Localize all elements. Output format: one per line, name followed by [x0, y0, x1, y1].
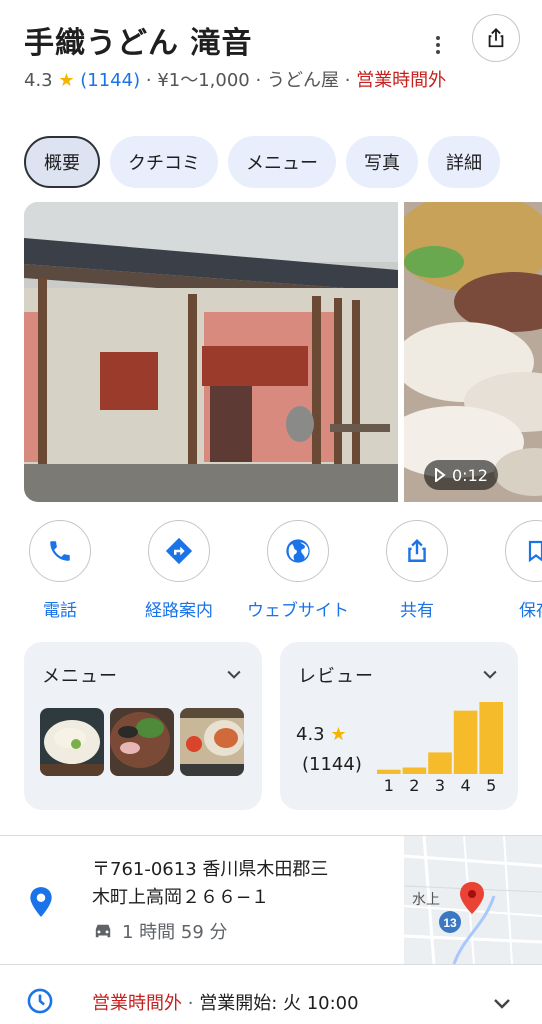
chevron-down-icon[interactable]: [480, 664, 500, 684]
bookmark-icon: [528, 540, 542, 563]
map-place-label: 水上: [412, 892, 440, 908]
phone-icon: [50, 541, 70, 561]
meta-separator: ·: [145, 70, 152, 91]
action-bar: 電話 経路案内 ウェブサイト 共有 保: [0, 520, 542, 621]
category: うどん屋: [266, 70, 339, 91]
video-duration-badge: 0:12: [424, 460, 498, 490]
address-row[interactable]: 〒761-0613 香川県木田郡三 木町上高岡２６６−１ 1 時間 59 分 1…: [0, 836, 542, 964]
star-icon: ★: [330, 724, 347, 745]
drive-time: 1 時間 59 分: [92, 918, 228, 944]
place-header: 手織うどん 滝音 4.3 ★ (1144) · ¥1～1,000 · うどん屋 …: [24, 14, 524, 124]
rating-bar-label-5: 5: [486, 776, 497, 795]
place-meta: 4.3 ★ (1144) · ¥1～1,000 · うどん屋 · 営業時間外: [24, 68, 464, 94]
directions-icon: [165, 537, 193, 565]
directions-label: 経路案内: [145, 601, 213, 621]
play-icon: [435, 468, 446, 482]
rating-value: 4.3: [24, 70, 53, 91]
hours-status: 営業時間外: [92, 993, 182, 1014]
chevron-down-icon[interactable]: [224, 664, 244, 684]
share-button[interactable]: [472, 14, 520, 62]
car-icon: [95, 924, 111, 938]
next-open-time: 営業開始: 火 10:00: [199, 993, 359, 1014]
save-label: 保存: [519, 601, 542, 621]
website-button[interactable]: ウェブサイト: [238, 520, 358, 621]
address-line-1: 〒761-0613 香川県木田郡三: [92, 859, 329, 880]
address-text: 〒761-0613 香川県木田郡三 木町上高岡２６６−１: [92, 856, 392, 912]
rating-bar-label-1: 1: [383, 776, 394, 795]
hours-separator: ·: [187, 993, 194, 1014]
menu-photo[interactable]: [40, 708, 104, 776]
rating-distribution-labels: 12345: [376, 776, 504, 795]
map-thumbnail[interactable]: 13 水上: [404, 836, 542, 964]
rating-bar-2: [402, 767, 427, 774]
save-button[interactable]: 保存: [476, 520, 542, 621]
open-status: 営業時間外: [356, 70, 447, 91]
menu-photo[interactable]: [180, 708, 244, 776]
price-range: ¥1～1,000: [157, 70, 250, 91]
globe-icon: [286, 539, 310, 563]
storefront-photo[interactable]: [24, 202, 398, 502]
rating-bar-3: [428, 752, 452, 774]
location-pin-icon: [30, 887, 52, 917]
share-icon: [408, 539, 426, 562]
review-count-link[interactable]: (1144): [80, 70, 140, 91]
place-title: 手織うどん 滝音: [24, 26, 253, 61]
menu-card-title: メニュー: [42, 666, 118, 687]
share-label: 共有: [400, 601, 434, 621]
call-label: 電話: [43, 601, 77, 621]
review-score: 4.3 ★: [296, 724, 347, 745]
share-action-button[interactable]: 共有: [357, 520, 477, 621]
share-icon: [488, 27, 504, 48]
drive-time-value: 1 時間 59 分: [122, 922, 228, 943]
tab-reviews[interactable]: クチコミ: [110, 136, 218, 188]
tab-bar: 概要 クチコミ メニュー 写真 詳細: [24, 136, 500, 188]
tab-photos[interactable]: 写真: [346, 136, 418, 188]
photo-carousel[interactable]: 0:12: [24, 202, 542, 502]
rating-bar-label-3: 3: [434, 776, 446, 795]
website-label: ウェブサイト: [247, 601, 349, 621]
rating-bar-label-2: 2: [409, 776, 420, 795]
star-icon: ★: [58, 70, 75, 91]
meta-separator: ·: [344, 70, 351, 91]
chevron-down-icon[interactable]: [490, 991, 514, 1015]
tab-details[interactable]: 詳細: [428, 136, 500, 188]
clock-icon: [27, 988, 53, 1014]
udon-video-thumbnail[interactable]: 0:12: [404, 202, 542, 502]
meta-separator: ·: [255, 70, 262, 91]
tab-overview[interactable]: 概要: [24, 136, 100, 188]
call-button[interactable]: 電話: [0, 520, 120, 621]
map-road-number: 13: [443, 916, 457, 930]
review-card-title: レビュー: [298, 666, 374, 687]
review-score-value: 4.3: [296, 724, 325, 745]
review-count: (1144): [302, 754, 362, 775]
more-options-button[interactable]: [428, 30, 448, 60]
rating-distribution-chart: [377, 702, 503, 774]
menu-card[interactable]: メニュー: [24, 642, 262, 810]
rating-bar-4: [453, 710, 478, 774]
menu-thumbnails: [40, 708, 244, 776]
rating-bar-1: [377, 769, 401, 774]
hours-row[interactable]: 営業時間外 · 営業開始: 火 10:00: [0, 965, 542, 1024]
directions-button[interactable]: 経路案内: [119, 520, 239, 621]
rating-bar-5: [479, 702, 503, 774]
menu-photo[interactable]: [110, 708, 174, 776]
tab-menu[interactable]: メニュー: [228, 136, 336, 188]
rating-bar-label-4: 4: [460, 776, 471, 795]
review-card[interactable]: レビュー 4.3 ★ (1144) 12345: [280, 642, 518, 810]
video-duration: 0:12: [452, 465, 488, 485]
hours-text: 営業時間外 · 営業開始: 火 10:00: [92, 989, 359, 1015]
address-line-2: 木町上高岡２６６−１: [92, 887, 270, 908]
